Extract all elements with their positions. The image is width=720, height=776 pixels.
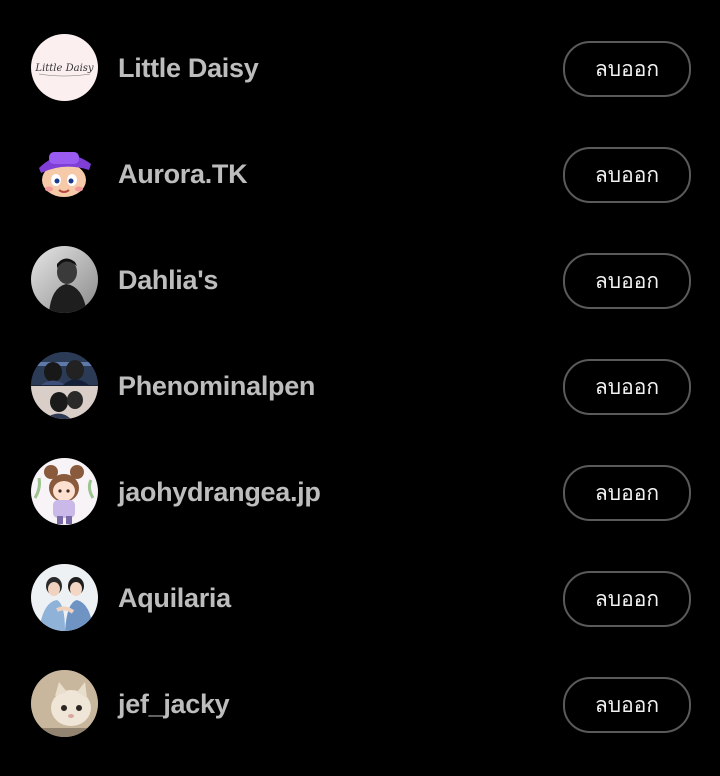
- monochrome-portrait-avatar: [31, 246, 98, 313]
- account-name[interactable]: jef_jacky: [118, 685, 230, 723]
- avatar[interactable]: [31, 140, 98, 207]
- little-daisy-logo-avatar: Little Daisy: [31, 34, 98, 101]
- remove-button[interactable]: ลบออก: [563, 41, 691, 97]
- account-name[interactable]: Aurora.TK: [118, 155, 248, 193]
- remove-button[interactable]: ลบออก: [563, 253, 691, 309]
- avatar[interactable]: [31, 352, 98, 419]
- account-name[interactable]: Little Daisy: [118, 49, 259, 87]
- cartoon-character-purple-hat-avatar: [31, 140, 98, 207]
- remove-button[interactable]: ลบออก: [563, 571, 691, 627]
- account-name[interactable]: Aquilaria: [118, 579, 231, 617]
- account-name[interactable]: Phenominalpen: [118, 367, 315, 405]
- remove-button[interactable]: ลบออก: [563, 359, 691, 415]
- account-name[interactable]: jaohydrangea.jp: [118, 473, 321, 511]
- cat-photo-avatar: [31, 670, 98, 737]
- list-item: Phenominalpen ลบออก: [0, 333, 720, 439]
- list-item: Aurora.TK ลบออก: [0, 121, 720, 227]
- avatar-logo-text: Little Daisy: [34, 63, 93, 74]
- list-item: Aquilaria ลบออก: [0, 545, 720, 651]
- couple-photo-split-avatar: [31, 352, 98, 419]
- account-name[interactable]: Dahlia's: [118, 261, 218, 299]
- remove-button[interactable]: ลบออก: [563, 465, 691, 521]
- list-item: jef_jacky ลบออก: [0, 651, 720, 757]
- avatar[interactable]: [31, 458, 98, 525]
- remove-button[interactable]: ลบออก: [563, 677, 691, 733]
- chibi-girl-illustration-avatar: [31, 458, 98, 525]
- avatar[interactable]: Little Daisy: [31, 34, 98, 101]
- avatar[interactable]: [31, 670, 98, 737]
- remove-button[interactable]: ลบออก: [563, 147, 691, 203]
- two-people-photo-avatar: [31, 564, 98, 631]
- avatar[interactable]: [31, 564, 98, 631]
- follower-list: Little Daisy Little Daisy ลบออก Aurora.T…: [0, 0, 720, 776]
- list-item: Little Daisy Little Daisy ลบออก: [0, 15, 720, 121]
- avatar[interactable]: [31, 246, 98, 313]
- list-item: jaohydrangea.jp ลบออก: [0, 439, 720, 545]
- list-item: Dahlia's ลบออก: [0, 227, 720, 333]
